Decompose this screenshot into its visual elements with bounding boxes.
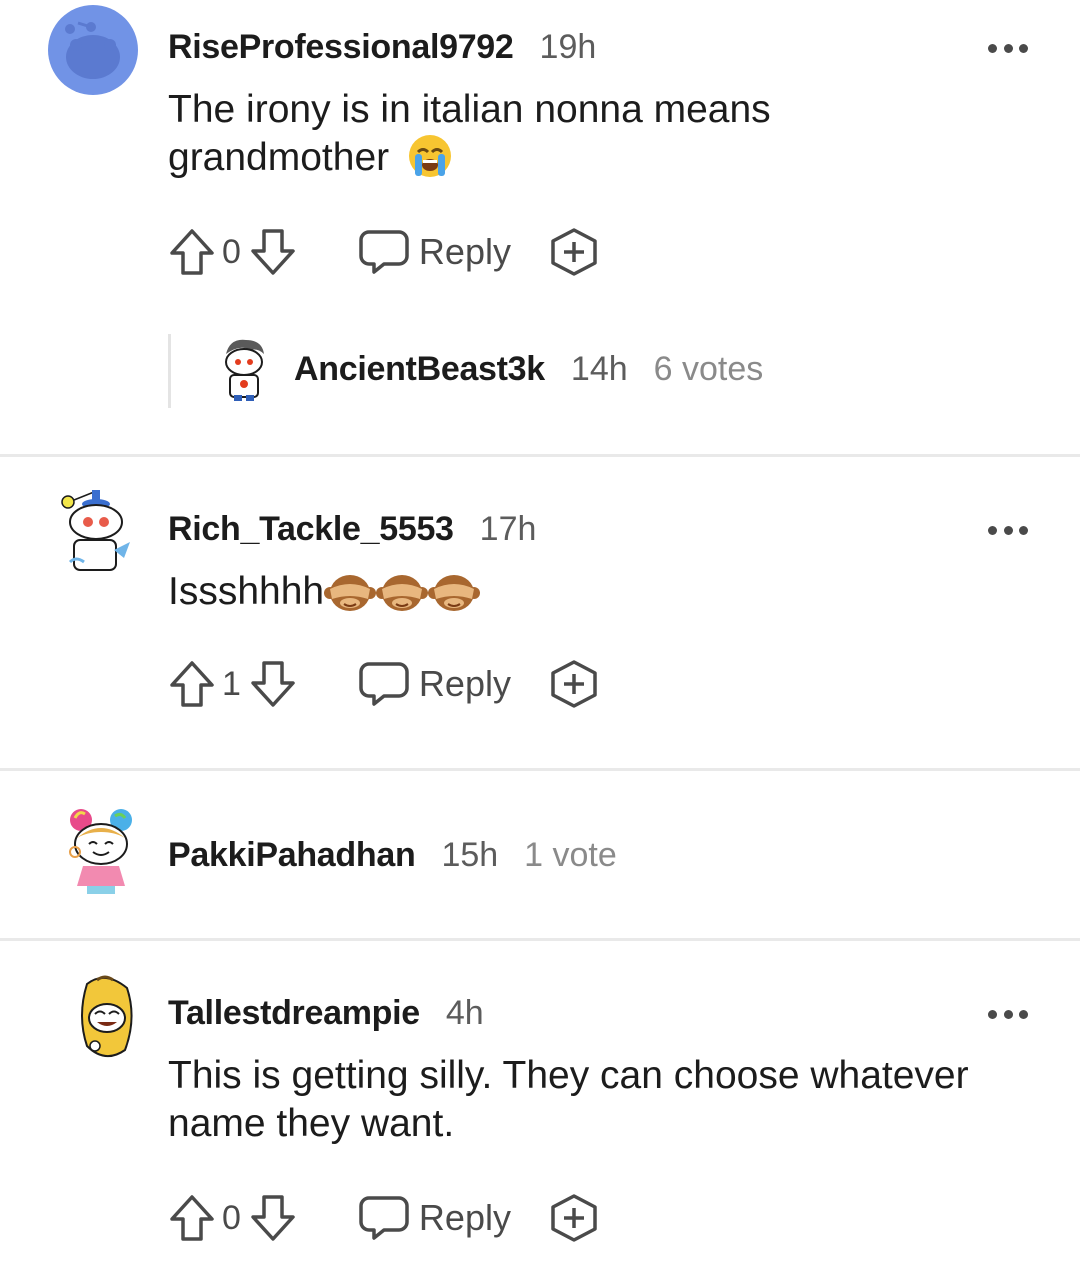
downvote-icon[interactable] <box>249 1193 297 1243</box>
user-avatar <box>69 809 132 894</box>
username[interactable]: AncientBeast3k <box>294 350 545 389</box>
timestamp: 17h <box>479 510 537 548</box>
comment-meta: Tallestdreampie 4h <box>168 994 484 1033</box>
comment-rise-professional: RiseProfessional9792 19h The irony is in… <box>0 0 1080 455</box>
vote-summary: 1 vote <box>524 836 617 874</box>
timestamp: 14h <box>570 350 628 388</box>
reply-label: Reply <box>418 1197 511 1238</box>
comment-meta: PakkiPahadhan 15h 1 vote <box>168 836 617 875</box>
timestamp: 15h <box>441 836 499 874</box>
award-plus-icon <box>551 228 597 276</box>
user-avatar[interactable] <box>60 974 150 1064</box>
vote-summary: 6 votes <box>653 350 764 388</box>
comment-tallestdreampie: Tallestdreampie 4h This is getting silly… <box>0 942 1080 1266</box>
username[interactable]: Tallestdreampie <box>168 994 420 1033</box>
timestamp: 4h <box>445 994 484 1032</box>
see-no-evil-monkey-icon <box>428 574 481 611</box>
comment-meta: RiseProfessional9792 19h <box>168 28 596 67</box>
comment-actions: 0 Reply <box>168 224 599 280</box>
user-avatar[interactable] <box>48 5 138 95</box>
reply-label: Reply <box>418 663 511 704</box>
comment-text: This is getting silly. They can choose w… <box>168 1054 969 1145</box>
upvote-icon[interactable] <box>168 659 216 709</box>
user-avatar[interactable] <box>56 488 146 578</box>
comment-text: Issshhhh <box>168 570 325 613</box>
comment-actions: 1 Reply <box>168 656 599 712</box>
comment-actions: 0 Reply <box>168 1190 599 1246</box>
upvote-icon[interactable] <box>168 1193 216 1243</box>
vote-count: 0 <box>222 1198 241 1237</box>
reply-bubble-icon <box>359 1196 409 1240</box>
award-plus-icon <box>551 660 597 708</box>
downvote-icon[interactable] <box>249 227 297 277</box>
divider <box>0 768 1080 771</box>
award-button[interactable] <box>549 227 599 277</box>
reply-button[interactable]: Reply <box>359 229 511 275</box>
downvote-icon[interactable] <box>249 659 297 709</box>
reply-label: Reply <box>418 231 511 272</box>
upvote-icon[interactable] <box>168 227 216 277</box>
comment-text: The irony is in italian nonna means gran… <box>168 88 771 179</box>
award-plus-icon <box>551 1194 597 1242</box>
comment-body: The irony is in italian nonna means gran… <box>168 86 928 182</box>
username[interactable]: Rich_Tackle_5553 <box>168 510 454 549</box>
more-options-icon[interactable] <box>988 1008 1028 1020</box>
divider <box>0 938 1080 941</box>
timestamp: 19h <box>539 28 597 66</box>
comment-body: This is getting silly. They can choose w… <box>168 1052 1048 1148</box>
reply-button[interactable]: Reply <box>359 661 511 707</box>
comment-meta: Rich_Tackle_5553 17h <box>168 510 536 549</box>
reply-bubble-icon <box>359 230 409 274</box>
user-avatar <box>225 339 264 401</box>
more-options-icon[interactable] <box>988 42 1028 54</box>
divider <box>0 454 1080 457</box>
see-no-evil-monkey-icon <box>376 574 429 611</box>
comment-body: Issshhhh <box>168 568 1048 616</box>
award-button[interactable] <box>549 1193 599 1243</box>
see-no-evil-monkey-icon <box>324 574 377 611</box>
reply-button[interactable]: Reply <box>359 1195 511 1241</box>
more-options-icon[interactable] <box>988 524 1028 536</box>
collapsed-reply[interactable]: AncientBeast3k 14h 6 votes <box>0 336 1080 408</box>
vote-count: 1 <box>222 664 241 703</box>
vote-count: 0 <box>222 232 241 271</box>
comment-rich-tackle: Rich_Tackle_5553 17h Issshhhh 1 Reply <box>0 458 1080 768</box>
reply-bubble-icon <box>359 662 409 706</box>
award-button[interactable] <box>549 659 599 709</box>
username[interactable]: RiseProfessional9792 <box>168 28 514 67</box>
comment-pakki-pahadhan-collapsed[interactable]: PakkiPahadhan 15h 1 vote <box>0 772 1080 938</box>
username[interactable]: PakkiPahadhan <box>168 836 416 875</box>
loudly-crying-face-icon <box>408 134 451 177</box>
